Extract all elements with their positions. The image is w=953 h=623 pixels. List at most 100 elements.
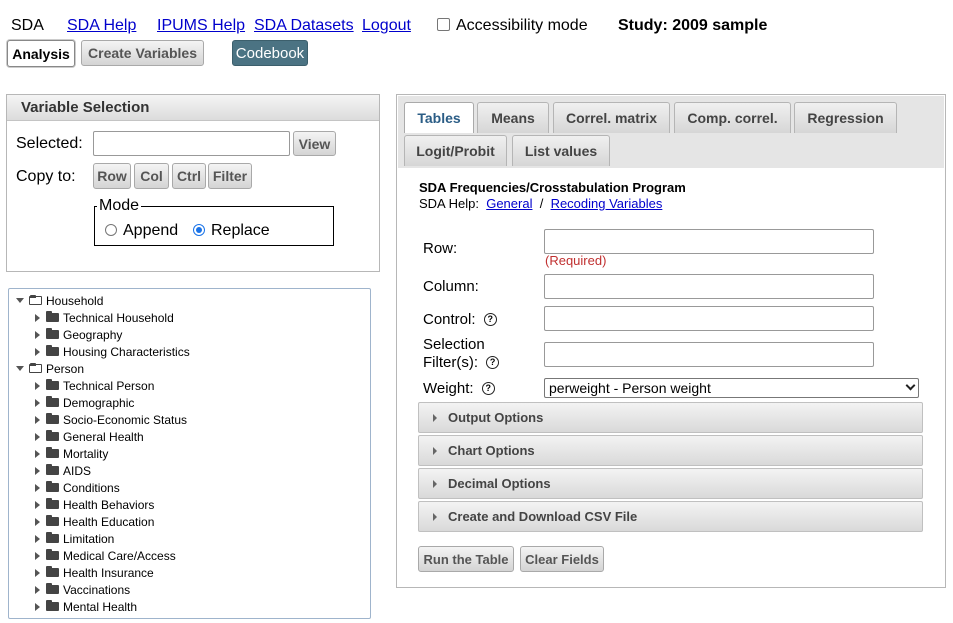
- tree-item[interactable]: Technical Household: [33, 309, 174, 326]
- copy-filter-button[interactable]: Filter: [208, 163, 252, 189]
- tree-item[interactable]: Mortality: [33, 445, 108, 462]
- folder-icon: [46, 430, 59, 441]
- expand-right-icon[interactable]: [35, 585, 40, 594]
- clear-fields-button[interactable]: Clear Fields: [520, 546, 604, 572]
- run-table-button[interactable]: Run the Table: [418, 546, 514, 572]
- append-radio[interactable]: [105, 224, 117, 236]
- general-help-link[interactable]: General: [486, 196, 532, 211]
- tab-tables[interactable]: Tables: [404, 102, 474, 133]
- tree-item[interactable]: General Health: [33, 428, 144, 445]
- tree-item[interactable]: Health Insurance: [33, 564, 154, 581]
- sda-datasets-link[interactable]: SDA Datasets: [254, 16, 354, 36]
- view-button[interactable]: View: [293, 131, 336, 156]
- tree-item[interactable]: AIDS: [33, 462, 91, 479]
- tree-group[interactable]: Household: [16, 292, 103, 309]
- tree-item[interactable]: Housing Characteristics: [33, 343, 190, 360]
- expand-right-icon[interactable]: [35, 432, 40, 441]
- tree-item[interactable]: Conditions: [33, 479, 120, 496]
- accessibility-label: Accessibility mode: [456, 17, 588, 34]
- expand-down-icon[interactable]: [16, 298, 24, 303]
- mode-legend: Mode: [97, 197, 142, 215]
- copy-row-button[interactable]: Row: [93, 163, 131, 189]
- expand-right-icon[interactable]: [35, 534, 40, 543]
- folder-icon: [46, 396, 59, 407]
- decimal-options-accordion[interactable]: Decimal Options: [418, 468, 923, 499]
- selection-filter-input[interactable]: [544, 342, 874, 367]
- selection-help-icon[interactable]: ?: [486, 356, 500, 369]
- recoding-variables-link[interactable]: Recoding Variables: [551, 196, 663, 211]
- expand-right-icon[interactable]: [35, 330, 40, 339]
- ipums-help-link[interactable]: IPUMS Help: [157, 16, 245, 36]
- expand-right-icon[interactable]: [35, 500, 40, 509]
- expand-right-icon[interactable]: [35, 313, 40, 322]
- append-option[interactable]: Append: [105, 222, 178, 240]
- logout-link[interactable]: Logout: [362, 16, 411, 36]
- expand-right-icon[interactable]: [35, 449, 40, 458]
- tab-logit-probit[interactable]: Logit/Probit: [404, 135, 507, 166]
- folder-icon: [46, 600, 59, 611]
- tree-item[interactable]: Socio-Economic Status: [33, 411, 187, 428]
- folder-icon: [46, 328, 59, 339]
- chart-options-label: Chart Options: [448, 443, 535, 458]
- chart-options-accordion[interactable]: Chart Options: [418, 435, 923, 466]
- accessibility-checkbox[interactable]: [437, 18, 450, 31]
- tree-item[interactable]: Health Behaviors: [33, 496, 154, 513]
- tree-item[interactable]: Medical Care/Access: [33, 547, 176, 564]
- tree-item[interactable]: Limitation: [33, 530, 114, 547]
- tree-item[interactable]: Mental Health: [33, 598, 137, 615]
- row-input[interactable]: [544, 229, 874, 254]
- tab-regression[interactable]: Regression: [794, 102, 897, 133]
- tree-label: AIDS: [63, 463, 92, 478]
- selection-label-2: Filter(s):: [423, 354, 478, 371]
- expand-right-icon[interactable]: [35, 347, 40, 356]
- expand-right-icon[interactable]: [35, 398, 40, 407]
- tab-list-values[interactable]: List values: [512, 135, 610, 166]
- tab-means[interactable]: Means: [477, 102, 549, 133]
- sda-help-link[interactable]: SDA Help: [67, 16, 136, 36]
- tree-label: Limitation: [63, 531, 115, 546]
- expand-right-icon[interactable]: [35, 568, 40, 577]
- expand-right-icon[interactable]: [35, 415, 40, 424]
- replace-option[interactable]: Replace: [193, 222, 270, 240]
- tree-item[interactable]: Demographic: [33, 394, 134, 411]
- brand-label: SDA: [11, 17, 44, 34]
- weight-select[interactable]: perweight - Person weight: [544, 378, 919, 398]
- expand-right-icon[interactable]: [35, 466, 40, 475]
- tab-comp-correl[interactable]: Comp. correl.: [674, 102, 791, 133]
- help-separator: /: [539, 196, 544, 211]
- tab-correl-matrix[interactable]: Correl. matrix: [553, 102, 670, 133]
- folder-open-icon: [29, 363, 42, 373]
- output-options-accordion[interactable]: Output Options: [418, 402, 923, 433]
- variable-tree: Household Technical Household Geography Hou…: [8, 288, 371, 619]
- control-help-icon[interactable]: ?: [483, 313, 497, 326]
- tree-item[interactable]: Vaccinations: [33, 581, 130, 598]
- tree-item[interactable]: Health Education: [33, 513, 154, 530]
- output-options-label: Output Options: [448, 410, 544, 425]
- replace-radio[interactable]: [193, 224, 205, 236]
- expand-right-icon[interactable]: [35, 551, 40, 560]
- copy-col-button[interactable]: Col: [134, 163, 169, 189]
- copy-ctrl-button[interactable]: Ctrl: [172, 163, 206, 189]
- tree-item[interactable]: Technical Person: [33, 377, 154, 394]
- chevron-down-icon: [905, 380, 916, 391]
- selected-input[interactable]: [93, 131, 290, 156]
- expand-right-icon[interactable]: [35, 483, 40, 492]
- codebook-button[interactable]: Codebook: [232, 40, 308, 66]
- csv-download-accordion[interactable]: Create and Download CSV File: [418, 501, 923, 532]
- expand-down-icon[interactable]: [16, 366, 24, 371]
- tree-label: Health Insurance: [63, 565, 154, 580]
- expand-right-icon[interactable]: [35, 381, 40, 390]
- weight-help-icon[interactable]: ?: [481, 382, 495, 395]
- analysis-button[interactable]: Analysis: [7, 40, 75, 67]
- column-input[interactable]: [544, 274, 874, 299]
- weight-label: Weight:: [423, 380, 474, 397]
- tree-item[interactable]: Geography: [33, 326, 122, 343]
- tree-label: Household: [46, 293, 104, 308]
- expand-right-icon[interactable]: [35, 517, 40, 526]
- accessibility-toggle[interactable]: Accessibility mode: [437, 16, 588, 36]
- tree-label: General Health: [63, 429, 144, 444]
- control-input[interactable]: [544, 306, 874, 331]
- create-variables-button[interactable]: Create Variables: [81, 40, 204, 66]
- tree-group[interactable]: Person: [16, 360, 84, 377]
- expand-right-icon[interactable]: [35, 602, 40, 611]
